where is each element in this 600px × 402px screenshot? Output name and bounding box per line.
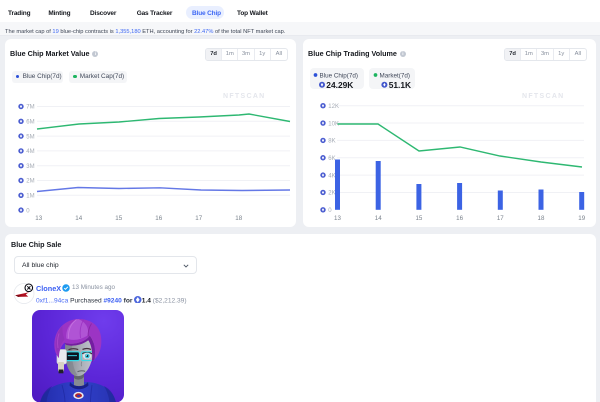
svg-text:17: 17 xyxy=(497,215,504,222)
svg-text:6K: 6K xyxy=(328,156,335,162)
svg-text:0: 0 xyxy=(26,208,30,214)
svg-text:16: 16 xyxy=(456,215,463,222)
svg-text:Market(7d): Market(7d) xyxy=(380,72,410,79)
svg-text:15: 15 xyxy=(115,215,122,222)
svg-text:18: 18 xyxy=(538,215,545,222)
svg-text:2K: 2K xyxy=(328,191,335,197)
svg-text:24.29K: 24.29K xyxy=(326,80,353,90)
svg-text:6M: 6M xyxy=(26,120,34,126)
svg-text:2M: 2M xyxy=(26,179,34,185)
svg-text:4K: 4K xyxy=(328,173,335,179)
svg-text:8K: 8K xyxy=(328,139,335,145)
svg-text:18: 18 xyxy=(235,215,242,222)
svg-text:51.1K: 51.1K xyxy=(389,80,411,90)
svg-text:10K: 10K xyxy=(328,121,339,127)
svg-text:19: 19 xyxy=(578,215,585,222)
svg-text:12K: 12K xyxy=(328,104,339,110)
svg-text:5M: 5M xyxy=(26,134,34,140)
svg-text:13: 13 xyxy=(334,215,341,222)
svg-text:Blue Chip(7d): Blue Chip(7d) xyxy=(320,72,359,79)
svg-text:1M: 1M xyxy=(26,194,34,200)
svg-text:0: 0 xyxy=(328,208,332,214)
svg-text:14: 14 xyxy=(375,215,382,222)
svg-text:17: 17 xyxy=(195,215,202,222)
svg-text:7M: 7M xyxy=(26,105,34,111)
svg-text:15: 15 xyxy=(415,215,422,222)
svg-text:14: 14 xyxy=(75,215,82,222)
svg-text:13: 13 xyxy=(35,215,42,222)
svg-text:3M: 3M xyxy=(26,164,34,170)
svg-text:16: 16 xyxy=(155,215,162,222)
svg-text:4M: 4M xyxy=(26,149,34,155)
